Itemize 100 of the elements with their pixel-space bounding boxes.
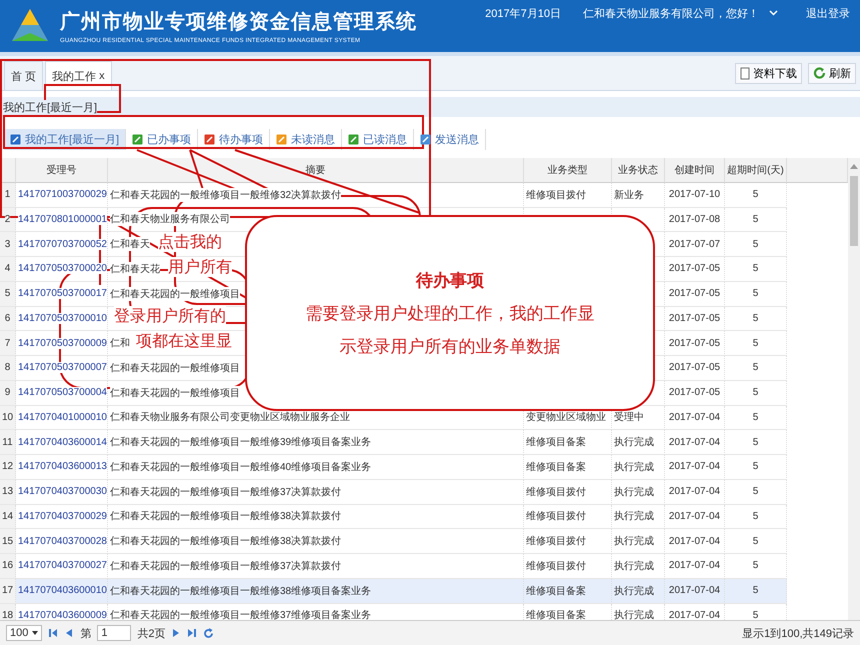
table-cell[interactable]: 1417070403700029 [16,504,108,530]
table-cell: 5 [725,430,787,455]
table-cell: 执行完成 [612,554,665,579]
row-number: 6 [0,306,16,332]
page-field[interactable]: 1 [97,625,132,641]
filter-icon [204,134,216,144]
record-summary: 显示1到100,共149记录 [742,626,854,640]
column-header[interactable]: 业务类型 [524,158,612,183]
column-header[interactable]: 受理号 [16,158,108,183]
table-cell: 维修项目拨付 [524,182,612,208]
page-tab[interactable]: 首 页 [4,61,44,90]
refresh-icon [813,66,826,80]
first-page-icon[interactable] [48,628,58,638]
row-number: 9 [0,380,16,406]
table-cell: 仁和春天花园的一般维修项目一般维修40维修项目备案业务 [108,455,524,480]
table-cell: 2017-07-04 [665,504,725,530]
last-page-icon[interactable] [187,628,198,638]
table-cell[interactable]: 1417070401000010 [16,406,108,430]
close-icon[interactable]: x [99,70,105,82]
table-cell: 2017-07-04 [665,455,725,480]
table-cell[interactable]: 1417070403700027 [16,554,108,579]
table-cell[interactable]: 1417070403600009 [16,604,108,620]
user-greeting: 仁和春天物业服务有限公司，您好！ [583,7,759,21]
page-tab[interactable]: 我的工作 x [45,61,112,90]
table-cell: 5 [725,232,787,257]
table-cell[interactable]: 1417070403600010 [16,578,108,604]
row-number: 7 [0,331,16,356]
row-number: 12 [0,455,16,480]
scrollbar-track[interactable] [848,158,860,620]
table-cell: 5 [725,604,787,620]
table-cell: 仁和春天花园的一般维修项目一般维修32决算款拨付 [108,182,524,208]
table-cell[interactable]: 1417070403700028 [16,529,108,554]
table-cell: 仁和春天花园的一般维修项目一般维修37决算款拨付 [108,554,524,579]
table-cell: 维修项目备案 [524,455,612,480]
document-icon [740,66,750,80]
previous-page-icon[interactable] [64,628,74,638]
table-cell[interactable]: 1417070503700020 [16,257,108,282]
scrollbar-thumb[interactable] [850,176,858,246]
table-cell: 5 [725,182,787,208]
table-cell[interactable]: 1417070403700030 [16,480,108,504]
column-header[interactable]: 创建时间 [665,158,725,183]
table-cell: 维修项目备案 [524,604,612,620]
table-cell: 2017-07-05 [665,282,725,306]
table-cell: 5 [725,306,787,332]
filter-tab[interactable]: 我的工作[最近一月] [4,128,126,150]
total-pages: 共2页 [137,626,166,640]
table-cell: 2017-07-05 [665,356,725,381]
table-cell[interactable]: 1417070503700007 [16,356,108,381]
table-cell: 2017-07-04 [665,430,725,455]
table-cell[interactable]: 1417071003700029 [16,182,108,208]
column-header[interactable]: 超期时间(天) [725,158,787,183]
current-date: 2017年7月10日 [485,7,561,21]
table-cell: 2017-07-04 [665,529,725,554]
chevron-down-icon[interactable] [769,10,778,16]
table-cell: 仁和春天花园的一般维修项目一般维修38维修项目备案业务 [108,578,524,604]
caret-icon [32,631,38,635]
row-number: 16 [0,554,16,579]
row-number: 14 [0,504,16,530]
table-cell[interactable]: 1417070403600014 [16,430,108,455]
table-cell: 仁和春天花园的一般维修项目一般维修37决算款拨付 [108,480,524,504]
table-cell[interactable]: 1417070703700052 [16,232,108,257]
table-cell: 2017-07-04 [665,406,725,430]
row-number: 13 [0,480,16,504]
column-header[interactable]: 业务状态 [612,158,665,183]
table-cell: 5 [725,208,787,232]
page-size-select[interactable]: 100 [6,625,42,641]
row-number: 3 [0,232,16,257]
row-number: 11 [0,430,16,455]
table-cell[interactable]: 1417070503700004 [16,380,108,406]
table-cell[interactable]: 1417070403600013 [16,455,108,480]
logout-link[interactable]: 退出登录 [806,6,850,21]
row-number: 17 [0,578,16,604]
table-cell[interactable]: 1417070503700010 [16,306,108,332]
table-cell: 维修项目备案 [524,578,612,604]
table-cell[interactable]: 1417070503700017 [16,282,108,306]
table-cell[interactable]: 1417070801000001 [16,208,108,232]
table-cell: 5 [725,480,787,504]
table-cell: 执行完成 [612,604,665,620]
page-label: 第 [80,626,92,640]
table-cell[interactable]: 1417070503700009 [16,331,108,356]
table-cell: 执行完成 [612,578,665,604]
table-cell: 2017-07-05 [665,306,725,332]
table-cell: 5 [725,356,787,381]
system-title: 广州市物业专项维修资金信息管理系统 [60,10,418,35]
table-cell: 2017-07-04 [665,604,725,620]
row-number: 5 [0,282,16,306]
callout-text: 项都在这里显 [136,331,232,351]
table-cell: 5 [725,554,787,579]
refresh-button[interactable]: 刷新 [808,62,856,84]
table-cell: 2017-07-05 [665,331,725,356]
table-cell: 2017-07-04 [665,578,725,604]
download-button[interactable]: 资料下载 [735,62,802,84]
column-header[interactable]: 摘要 [108,158,524,183]
refresh-icon[interactable] [203,628,214,638]
table-cell: 5 [725,406,787,430]
callout-text: 示登录用户所有的业务单数据 [340,336,560,358]
scroll-up-icon[interactable] [850,163,858,169]
next-page-icon[interactable] [171,628,182,638]
table-cell: 维修项目拨付 [524,529,612,554]
filter-icon [420,134,432,144]
